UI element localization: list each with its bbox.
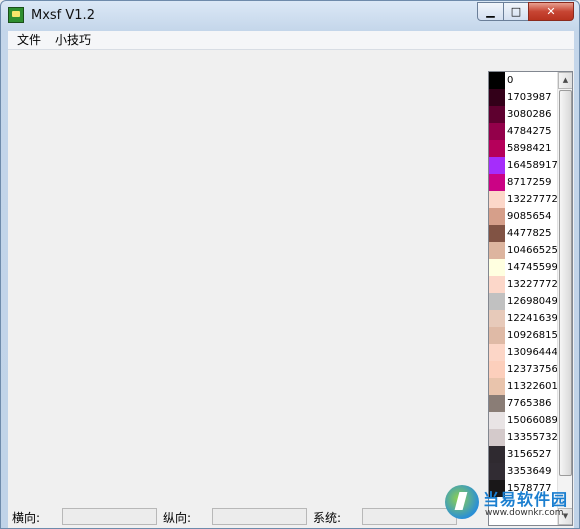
watermark-icon — [445, 485, 479, 519]
color-swatch — [489, 310, 505, 327]
color-swatch — [489, 242, 505, 259]
menu-tips[interactable]: 小技巧 — [54, 32, 92, 48]
vertical-label: 纵向: — [163, 511, 192, 525]
color-code: 11322601 — [507, 381, 558, 392]
color-code: 10466525 — [507, 245, 558, 256]
color-swatch — [489, 140, 505, 157]
maximize-icon: □ — [510, 5, 522, 18]
color-code: 9085654 — [507, 211, 552, 222]
color-swatch — [489, 463, 505, 480]
palette-item[interactable]: 12698049 — [489, 293, 558, 310]
palette-item[interactable]: 13355732 — [489, 429, 558, 446]
vertical-field — [212, 508, 307, 525]
palette-item[interactable]: 0 — [489, 72, 557, 89]
palette-item[interactable]: 5898421 — [489, 140, 557, 157]
palette-item[interactable]: 10926815 — [489, 327, 558, 344]
color-code: 12241639 — [507, 313, 558, 324]
watermark-title: 当易软件园 — [483, 490, 569, 509]
color-swatch — [489, 157, 505, 174]
color-code: 15066089 — [507, 415, 558, 426]
color-swatch — [489, 361, 505, 378]
maximize-button[interactable]: □ — [503, 2, 529, 21]
palette-item[interactable]: 1703987 — [489, 89, 557, 106]
color-code: 5898421 — [507, 143, 552, 154]
menu-file[interactable]: 文件 — [16, 32, 42, 48]
color-code: 10926815 — [507, 330, 558, 341]
color-swatch — [489, 208, 505, 225]
palette-item[interactable]: 3353649 — [489, 463, 557, 480]
palette-item[interactable]: 7765386 — [489, 395, 557, 412]
color-code: 8717259 — [507, 177, 552, 188]
color-swatch — [489, 72, 505, 89]
arrow-up-icon: ▲ — [562, 76, 569, 84]
title-bar[interactable]: Mxsf V1.2 ▁ □ ✕ — [1, 1, 579, 31]
palette-item[interactable]: 8717259 — [489, 174, 557, 191]
palette-item[interactable]: 3156527 — [489, 446, 557, 463]
color-swatch — [489, 344, 505, 361]
color-code: 7765386 — [507, 398, 552, 409]
minimize-icon: ▁ — [486, 5, 495, 18]
window-title: Mxsf V1.2 — [31, 8, 95, 23]
color-swatch — [489, 446, 505, 463]
palette-item[interactable]: 13227772 — [489, 276, 558, 293]
color-swatch — [489, 225, 505, 242]
palette-item[interactable]: 10466525 — [489, 242, 558, 259]
palette-item[interactable]: 9085654 — [489, 208, 557, 225]
color-code: 13355732 — [507, 432, 558, 443]
color-code: 1703987 — [507, 92, 552, 103]
color-swatch — [489, 174, 505, 191]
palette-item[interactable]: 11322601 — [489, 378, 558, 395]
palette-item[interactable]: 16458917 — [489, 157, 558, 174]
color-swatch — [489, 123, 505, 140]
palette-item[interactable]: 12373756 — [489, 361, 558, 378]
palette-scrollbar[interactable]: ▲ ▼ — [557, 72, 572, 525]
color-code: 3353649 — [507, 466, 552, 477]
color-swatch — [489, 259, 505, 276]
color-swatch — [489, 89, 505, 106]
color-palette-list[interactable]: 0 1703987 3080286 4784275 5898421 16458917 871… — [488, 71, 573, 526]
watermark-url: www.downkr.com — [485, 508, 564, 518]
palette-item[interactable]: 3080286 — [489, 106, 557, 123]
palette-item[interactable]: 4784275 — [489, 123, 557, 140]
color-swatch — [489, 191, 505, 208]
color-code: 13096444 — [507, 347, 558, 358]
scroll-thumb[interactable] — [559, 90, 572, 476]
app-icon — [8, 7, 24, 23]
color-swatch — [489, 276, 505, 293]
color-code: 12373756 — [507, 364, 558, 375]
system-label: 系统: — [313, 511, 342, 525]
color-code: 13227772 — [507, 279, 558, 290]
color-swatch — [489, 429, 505, 446]
palette-item[interactable]: 12241639 — [489, 310, 558, 327]
color-swatch — [489, 293, 505, 310]
color-code: 13227772 — [507, 194, 558, 205]
palette-item[interactable]: 15066089 — [489, 412, 558, 429]
palette-item[interactable]: 13096444 — [489, 344, 558, 361]
menu-bar: 文件 小技巧 — [8, 31, 574, 50]
color-swatch — [489, 327, 505, 344]
color-code: 4784275 — [507, 126, 552, 137]
palette-item[interactable]: 4477825 — [489, 225, 557, 242]
color-code: 14745599 — [507, 262, 558, 273]
color-swatch — [489, 106, 505, 123]
minimize-button[interactable]: ▁ — [477, 2, 504, 21]
close-icon: ✕ — [546, 5, 556, 18]
horizontal-label: 横向: — [12, 511, 41, 525]
color-swatch — [489, 412, 505, 429]
color-code: 12698049 — [507, 296, 558, 307]
color-code: 4477825 — [507, 228, 552, 239]
scroll-up-button[interactable]: ▲ — [558, 72, 572, 89]
palette-item[interactable]: 14745599 — [489, 259, 558, 276]
watermark-logo: 当易软件园 www.downkr.com — [443, 483, 578, 527]
color-code: 3080286 — [507, 109, 552, 120]
color-swatch — [489, 378, 505, 395]
close-button[interactable]: ✕ — [528, 2, 574, 21]
color-code: 3156527 — [507, 449, 552, 460]
color-code: 0 — [507, 75, 514, 86]
color-code: 16458917 — [507, 160, 558, 171]
palette-item[interactable]: 13227772 — [489, 191, 558, 208]
horizontal-field — [62, 508, 157, 525]
color-swatch — [489, 395, 505, 412]
